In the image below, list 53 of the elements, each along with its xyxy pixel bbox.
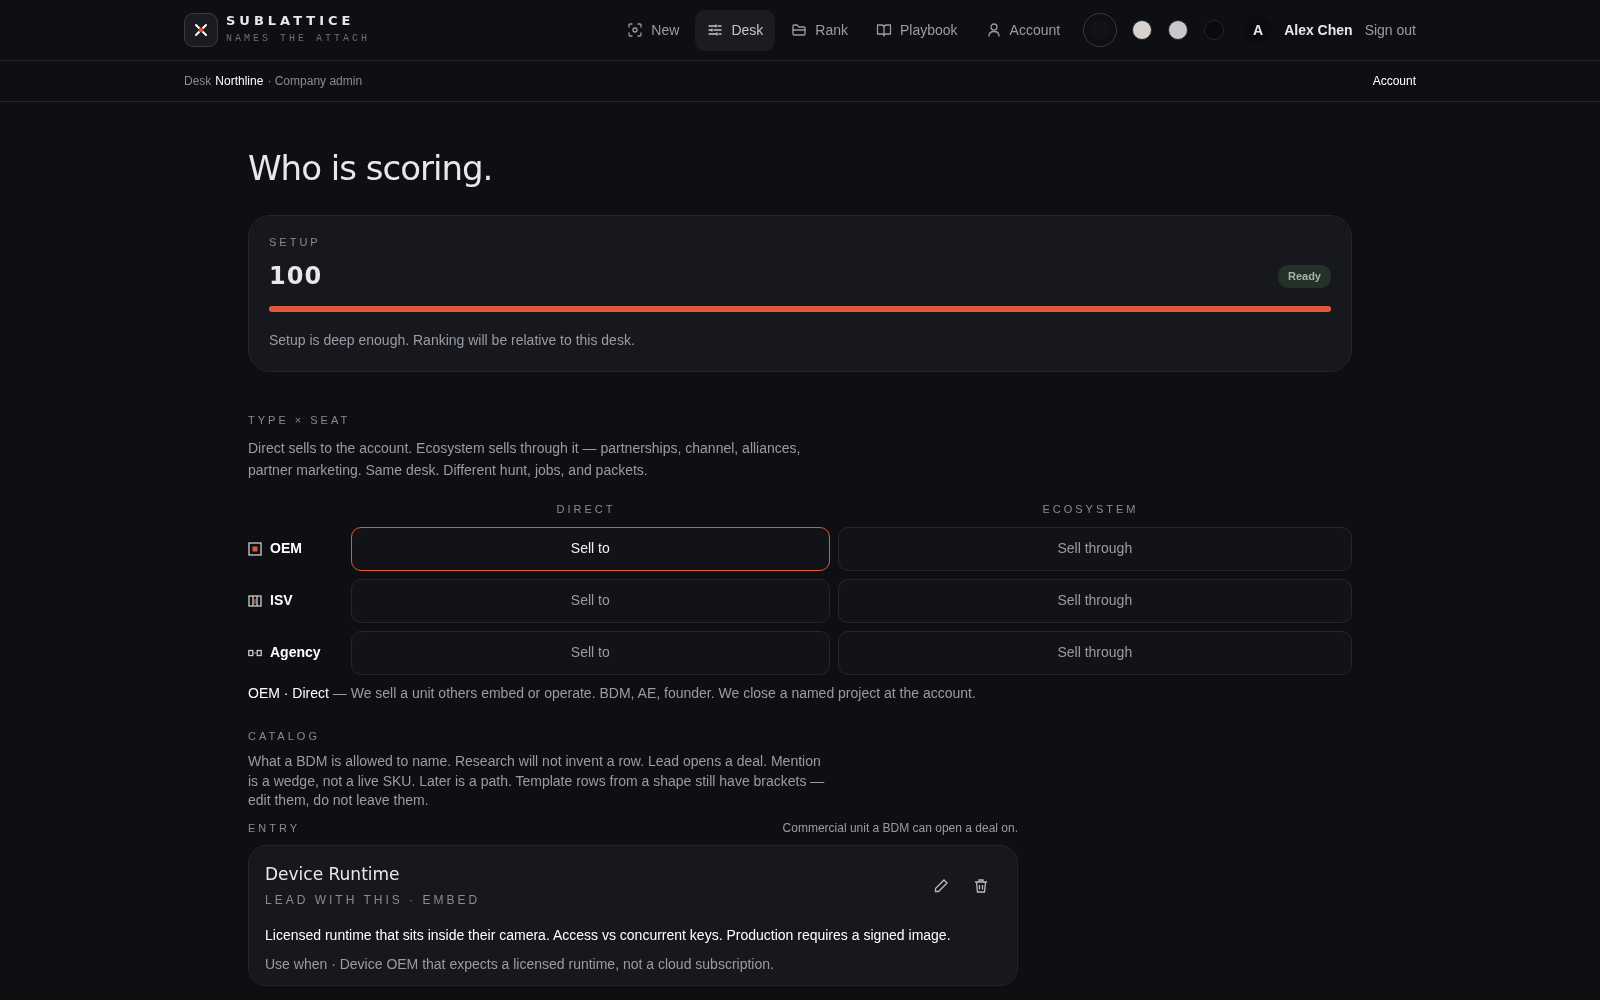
theme-swatch[interactable] — [1084, 14, 1117, 46]
breadcrumb-label: Desk — [184, 73, 212, 90]
nav-tab[interactable]: Desk — [695, 9, 776, 51]
brand-name: SUBLATTICE — [226, 14, 356, 27]
square-icon — [248, 541, 262, 556]
role-label: · Company admin — [267, 73, 363, 90]
seat-option[interactable]: Sell through — [837, 578, 1352, 623]
theme-swatch[interactable] — [1168, 20, 1189, 40]
nav-tab[interactable]: Playbook — [863, 9, 970, 51]
seat-option[interactable]: Sell to — [351, 578, 830, 623]
seat-option[interactable]: Sell through — [837, 526, 1352, 571]
setup-note: Setup is deep enough. Ranking will be relative to this desk. — [269, 331, 636, 351]
section-heading: CATALOG — [248, 728, 321, 744]
folder-icon — [791, 22, 808, 38]
entry-summary: Licensed runtime that sits inside their camera. Access vs concurrent keys. Production requires a signed image. — [265, 926, 952, 946]
entry-hint: Commercial unit a BDM can open a deal on. — [782, 819, 1018, 837]
entry-name: Device Runtime — [265, 862, 401, 886]
score-value: 100 — [269, 261, 323, 293]
entry-meta: LEAD WITH THIS · EMBED — [265, 892, 481, 910]
selection-description: OEM · Direct — We sell a unit others embed or operate. BDM, AE, founder. We close a named project at the account. — [248, 683, 977, 703]
user-avatar: A — [1244, 16, 1273, 44]
nav-tab[interactable]: Account — [973, 9, 1073, 51]
section-heading: TYPE × SEAT — [248, 413, 352, 429]
sign-out-link[interactable]: Sign out — [1364, 19, 1416, 41]
logo-icon[interactable] — [184, 13, 218, 47]
theme-swatch[interactable] — [1132, 20, 1153, 40]
brand-tagline: NAMES THE ATTACH — [226, 32, 370, 46]
seat-option[interactable]: Sell to — [351, 630, 830, 675]
user-name: Alex Chen — [1284, 20, 1353, 40]
row-label: ISV — [270, 591, 293, 611]
panels-icon — [248, 593, 262, 608]
status-badge: Ready — [1277, 265, 1331, 288]
sliders-icon — [707, 22, 724, 38]
page-title: Who is scoring. — [248, 148, 494, 189]
section-intro: Direct sells to the account. Ecosystem sells through it — partnerships, channel, alliances, partner marketing. Same desk. Different hunt, jobs, and packets. — [248, 438, 802, 481]
column-heading: ECOSYSTEM — [1042, 502, 1139, 515]
row-label: Agency — [270, 643, 321, 663]
section-intro: What a BDM is allowed to name. Research will not invent a row. Lead opens a deal. Mention is a wedge, not a live SKU. Later is a path. Template rows from a shape still have brackets — edit them, do not leave them. — [248, 752, 826, 811]
desk-link[interactable]: Northline — [215, 72, 264, 90]
seat-option[interactable]: Sell through — [837, 630, 1352, 675]
book-icon — [875, 22, 892, 38]
entry-label: ENTRY — [248, 820, 301, 836]
row-label: OEM — [270, 539, 302, 559]
seat-option[interactable]: Sell to — [351, 526, 830, 571]
section-label: SETUP — [269, 234, 322, 250]
column-heading: DIRECT — [556, 502, 616, 515]
theme-swatch[interactable] — [1204, 20, 1225, 40]
account-link[interactable]: Account — [1372, 72, 1416, 90]
nav-tab[interactable]: New — [615, 9, 692, 51]
nav-tab[interactable]: Rank — [779, 9, 860, 51]
user-icon — [985, 22, 1002, 38]
entry-use-when: Use when · Device OEM that expects a licensed runtime, not a cloud subscription. — [265, 955, 775, 975]
scan-icon — [627, 22, 644, 38]
